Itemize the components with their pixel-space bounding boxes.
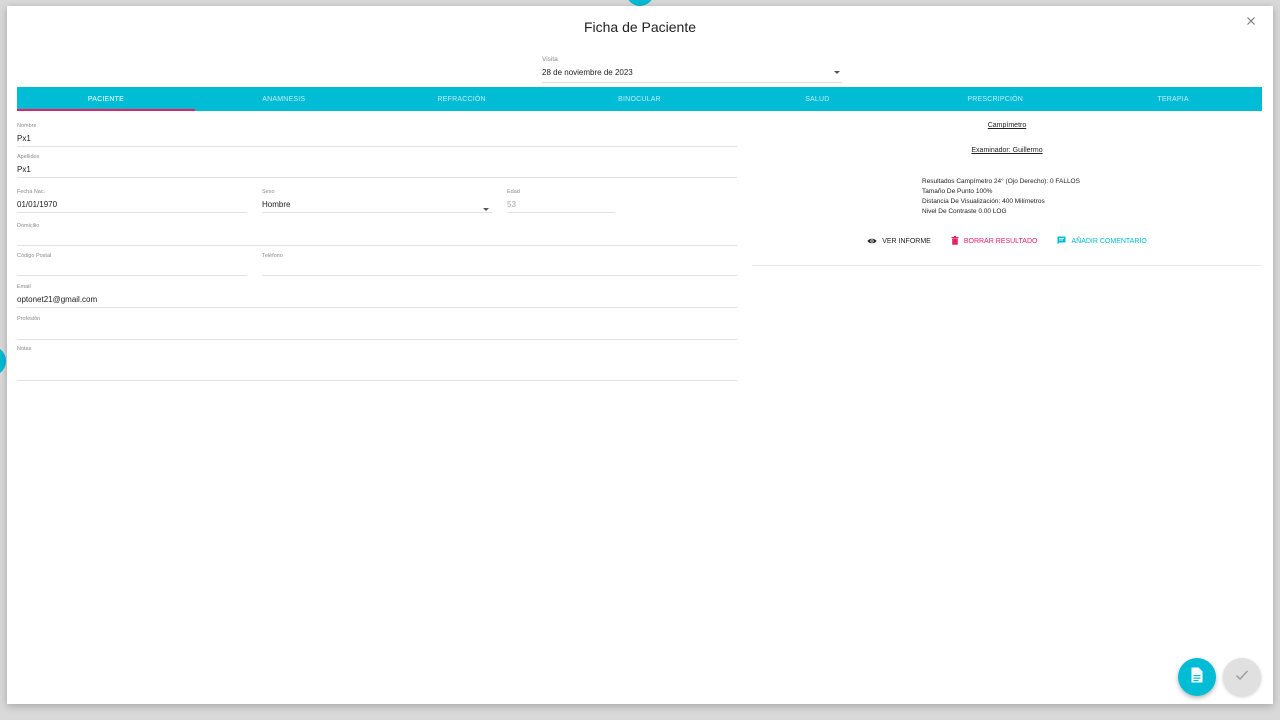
apellidos-label: Apellidos bbox=[17, 154, 40, 160]
domicilio-field[interactable]: Domicilio bbox=[17, 223, 737, 246]
chevron-down-icon bbox=[834, 71, 840, 74]
tab-bar: PACIENTE ANAMNESIS REFRACCIÓN BINOCULAR … bbox=[17, 87, 1262, 111]
nombre-field[interactable]: Nombre Px1 bbox=[17, 123, 737, 147]
nombre-value: Px1 bbox=[17, 134, 31, 143]
sexo-label: Sexo bbox=[262, 189, 275, 195]
delete-result-label: BORRAR RESULTADO bbox=[963, 238, 1038, 245]
edad-field: Edad 53 bbox=[507, 189, 615, 213]
apellidos-value: Px1 bbox=[17, 165, 31, 174]
chevron-down-icon bbox=[483, 208, 489, 211]
patient-dialog: Ficha de Paciente Visita 28 de noviembre… bbox=[7, 6, 1273, 704]
result-line: Tamaño De Punto 100% bbox=[922, 188, 993, 195]
tab-anamnesis[interactable]: ANAMNESIS bbox=[195, 87, 373, 111]
tab-refraccion[interactable]: REFRACCIÓN bbox=[373, 87, 551, 111]
result-line: Distancia De Visualización: 400 Milímetr… bbox=[922, 198, 1045, 205]
view-report-label: VER INFORME bbox=[882, 238, 931, 245]
tab-paciente[interactable]: PACIENTE bbox=[17, 87, 195, 111]
add-comment-button[interactable]: AÑADIR COMENTARIO bbox=[1057, 236, 1147, 247]
tab-prescripcion[interactable]: PRESCRIPCIÓN bbox=[906, 87, 1084, 111]
dialog-title: Ficha de Paciente bbox=[583, 19, 697, 35]
visit-select[interactable]: Visita 28 de noviembre de 2023 bbox=[542, 56, 842, 83]
telefono-label: Teléfono bbox=[262, 253, 283, 259]
apellidos-field[interactable]: Apellidos Px1 bbox=[17, 154, 737, 178]
visit-value: 28 de noviembre de 2023 bbox=[542, 68, 633, 77]
document-button[interactable] bbox=[1178, 658, 1216, 696]
notas-label: Notas bbox=[17, 346, 32, 352]
codigo-postal-value bbox=[17, 264, 247, 276]
visit-label: Visita bbox=[542, 56, 558, 63]
result-card: Campímetro Examinador: Guillermo Resulta… bbox=[752, 118, 1262, 266]
profesion-value bbox=[17, 327, 737, 339]
comment-icon bbox=[1057, 236, 1066, 247]
background-accent-left bbox=[0, 346, 6, 376]
close-icon[interactable] bbox=[1243, 13, 1259, 29]
fecha-nac-field[interactable]: Fecha Nac. 01/01/1970 bbox=[17, 189, 247, 213]
result-title: Campímetro bbox=[987, 122, 1027, 129]
edad-value: 53 bbox=[507, 200, 516, 209]
telefono-value bbox=[262, 264, 737, 276]
tab-salud[interactable]: SALUD bbox=[728, 87, 906, 111]
codigo-postal-field[interactable]: Código Postal bbox=[17, 253, 247, 276]
codigo-postal-label: Código Postal bbox=[17, 253, 52, 259]
email-field[interactable]: Email optonet21@gmail.com bbox=[17, 284, 737, 308]
notas-value bbox=[17, 357, 737, 369]
fecha-nac-label: Fecha Nac. bbox=[17, 189, 46, 195]
tab-binocular[interactable]: BINOCULAR bbox=[551, 87, 729, 111]
document-icon bbox=[1190, 667, 1204, 688]
sexo-select[interactable]: Sexo Hombre bbox=[262, 189, 492, 213]
result-line: Nivel De Contraste 0.00 LOG bbox=[922, 208, 1007, 215]
delete-result-button[interactable]: BORRAR RESULTADO bbox=[951, 236, 1038, 247]
confirm-button[interactable] bbox=[1223, 658, 1261, 696]
check-icon bbox=[1235, 668, 1249, 686]
edad-label: Edad bbox=[507, 189, 520, 195]
view-report-button[interactable]: VER INFORME bbox=[867, 236, 931, 247]
eye-icon bbox=[867, 237, 877, 247]
result-details: Resultados Campímetro 24° (Ojo Derecho):… bbox=[922, 177, 1080, 217]
tab-terapia[interactable]: TERAPIA bbox=[1084, 87, 1262, 111]
email-value: optonet21@gmail.com bbox=[17, 295, 98, 304]
result-examiner: Examinador: Guillermo bbox=[971, 147, 1043, 154]
add-comment-label: AÑADIR COMENTARIO bbox=[1071, 238, 1147, 245]
result-actions: VER INFORME BORRAR RESULTADO AÑADIR COME… bbox=[752, 236, 1262, 247]
profesion-field[interactable]: Profesión bbox=[17, 316, 737, 340]
fecha-nac-value: 01/01/1970 bbox=[17, 200, 58, 209]
trash-icon bbox=[951, 236, 959, 247]
notas-field[interactable]: Notas bbox=[17, 346, 737, 381]
sexo-value: Hombre bbox=[262, 200, 291, 209]
domicilio-value bbox=[17, 234, 737, 246]
telefono-field[interactable]: Teléfono bbox=[262, 253, 737, 276]
domicilio-label: Domicilio bbox=[17, 223, 40, 229]
result-line: Resultados Campímetro 24° (Ojo Derecho):… bbox=[922, 178, 1080, 185]
profesion-label: Profesión bbox=[17, 316, 41, 322]
email-label: Email bbox=[17, 284, 31, 290]
nombre-label: Nombre bbox=[17, 123, 37, 129]
